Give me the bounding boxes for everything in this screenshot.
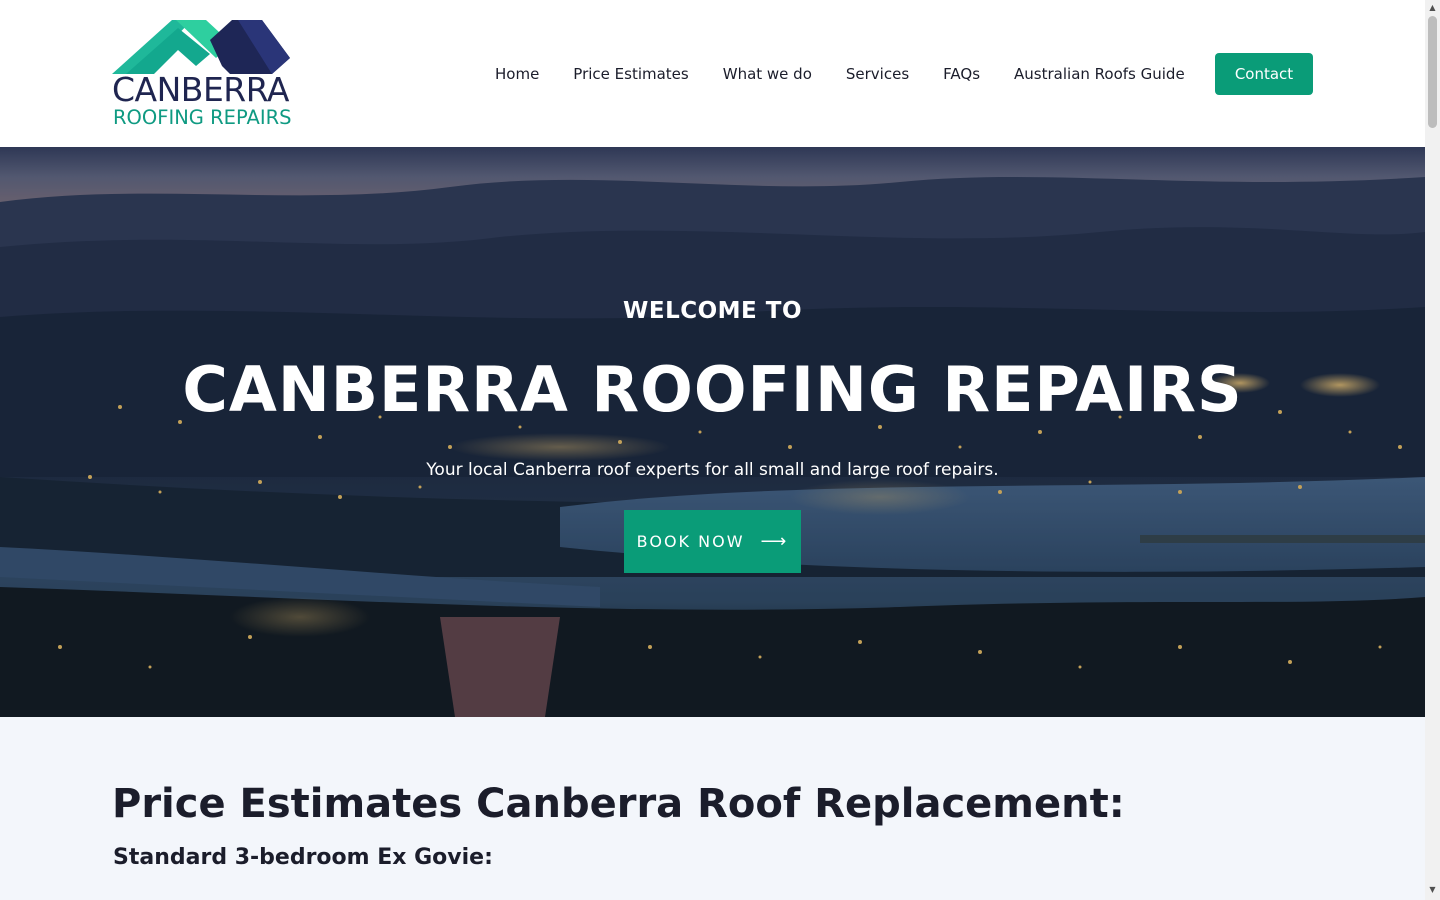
hero-subtitle: Your local Canberra roof experts for all… (426, 460, 999, 480)
nav-services[interactable]: Services (829, 65, 926, 83)
hero-banner: WELCOME TO CANBERRA ROOFING REPAIRS Your… (0, 147, 1425, 717)
book-now-label: BOOK NOW (636, 532, 745, 551)
nav-price-estimates[interactable]: Price Estimates (556, 65, 705, 83)
price-estimates-section: Price Estimates Canberra Roof Replacemen… (0, 717, 1425, 900)
site-header: CANBERRA ROOFING REPAIRS Home Price Esti… (0, 0, 1425, 147)
scrollbar-thumb[interactable] (1428, 16, 1437, 128)
section-heading: Price Estimates Canberra Roof Replacemen… (112, 781, 1125, 827)
logo-line-1: CANBERRA (112, 70, 289, 109)
scroll-up-arrow-icon[interactable]: ▲ (1425, 2, 1440, 14)
nav-what-we-do[interactable]: What we do (706, 65, 829, 83)
page-scrollbar[interactable]: ▲ ▼ (1425, 0, 1440, 900)
nav-faqs[interactable]: FAQs (926, 65, 997, 83)
scroll-down-arrow-icon[interactable]: ▼ (1425, 884, 1440, 896)
main-nav: Home Price Estimates What we do Services… (478, 0, 1202, 147)
hero-title: CANBERRA ROOFING REPAIRS (182, 353, 1243, 426)
logo-line-2: ROOFING REPAIRS (113, 106, 292, 129)
hero-welcome: WELCOME TO (622, 298, 803, 324)
nav-home[interactable]: Home (478, 65, 556, 83)
hero-overlay (0, 147, 1425, 717)
contact-button[interactable]: Contact (1215, 53, 1313, 95)
book-now-button[interactable]: BOOK NOW ⟶ (624, 510, 801, 573)
arrow-right-icon: ⟶ (760, 531, 789, 552)
section-subheading: Standard 3-bedroom Ex Govie: (113, 845, 493, 870)
nav-australian-roofs-guide[interactable]: Australian Roofs Guide (997, 65, 1202, 83)
